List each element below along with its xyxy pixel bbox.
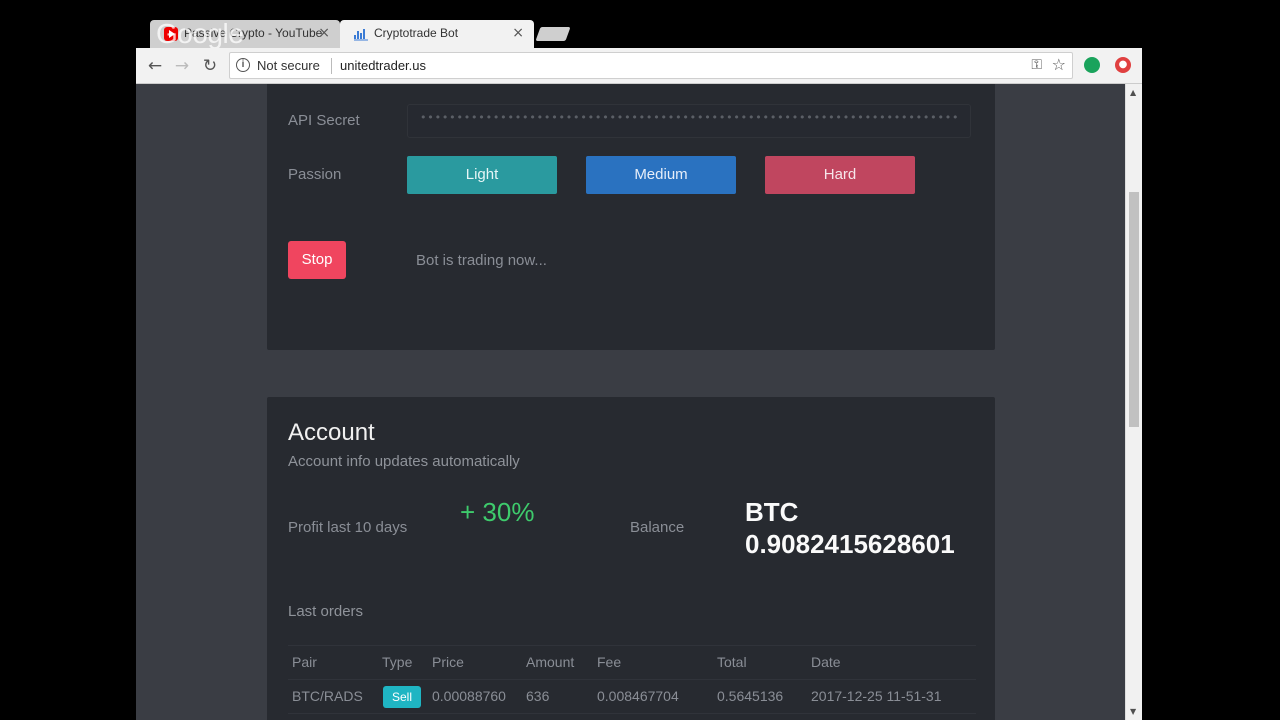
reload-icon[interactable]: ↻	[199, 55, 221, 77]
address-bar[interactable]: i Not secure unitedtrader.us ⚿ ☆	[229, 52, 1073, 79]
column-header: Amount	[526, 654, 575, 670]
close-icon[interactable]: ×	[512, 25, 524, 41]
api-secret-value: ••••••••••••••••••••••••••••••••••••••••…	[420, 111, 960, 124]
forward-icon[interactable]: →	[171, 55, 193, 77]
balance-currency: BTC	[745, 497, 799, 527]
info-icon[interactable]: i	[236, 58, 250, 72]
scroll-down-icon[interactable]: ▼	[1130, 707, 1136, 716]
back-icon[interactable]: ←	[144, 55, 166, 77]
tab-strip: Passive Crypto - YouTube × Cryptotrade B…	[136, 14, 1142, 49]
account-subtitle: Account info updates automatically	[288, 453, 520, 470]
vertical-scrollbar[interactable]: ▲ ▼	[1125, 84, 1142, 720]
key-icon[interactable]: ⚿	[1031, 57, 1042, 73]
scrollbar-thumb[interactable]	[1129, 192, 1139, 427]
passion-label: Passion	[288, 166, 342, 183]
passion-light-button[interactable]: Light	[407, 156, 557, 194]
api-secret-label: API Secret	[288, 112, 360, 129]
column-header: Price	[432, 654, 464, 670]
column-header: Fee	[597, 654, 622, 670]
passion-medium-button[interactable]: Medium	[586, 156, 736, 194]
new-tab-button[interactable]	[535, 27, 571, 41]
api-secret-input[interactable]: ••••••••••••••••••••••••••••••••••••••••…	[407, 104, 971, 138]
order-type-badge: Sell	[383, 686, 421, 708]
column-header: Date	[811, 654, 841, 670]
browser-toolbar: ← → ↻ i Not secure unitedtrader.us ⚿ ☆ ●	[136, 48, 1142, 84]
profit-label: Profit last 10 days	[288, 519, 408, 536]
security-label[interactable]: Not secure	[257, 58, 320, 73]
balance-value: 0.9082415628601	[745, 529, 955, 559]
page-viewport: API Secret •••••••••••••••••••••••••••••…	[136, 84, 1142, 720]
column-header: Pair	[292, 654, 317, 670]
url-text[interactable]: unitedtrader.us	[340, 58, 426, 73]
close-icon[interactable]: ×	[318, 25, 330, 41]
extension-icon[interactable]: ●	[1115, 57, 1131, 73]
browser-window: Passive Crypto - YouTube × Cryptotrade B…	[136, 14, 1142, 720]
table-header: Pair Type Price Amount Fee Total Date	[288, 646, 976, 680]
balance-label: Balance	[630, 519, 685, 536]
order-pair: BTC/RADS	[292, 688, 363, 704]
extension-icon[interactable]	[1084, 57, 1100, 73]
table-row: BTC/RADS Sell 0.00088760 636 0.008467704…	[288, 680, 976, 714]
tab-title: Cryptotrade Bot	[374, 26, 459, 40]
bot-settings-panel: API Secret •••••••••••••••••••••••••••••…	[267, 84, 995, 350]
column-header: Total	[717, 654, 747, 670]
chart-icon	[354, 27, 368, 41]
account-panel: Account Account info updates automatical…	[267, 397, 995, 720]
orders-table: Pair Type Price Amount Fee Total Date BT…	[288, 645, 976, 714]
passion-hard-button[interactable]: Hard	[765, 156, 915, 194]
trading-status: Bot is trading now...	[416, 252, 547, 269]
google-watermark: Google	[156, 18, 244, 49]
account-title: Account	[288, 419, 375, 446]
order-date: 2017-12-25 11-51-31	[811, 688, 942, 704]
star-icon[interactable]: ☆	[1052, 55, 1066, 74]
tab-cryptotrade-bot[interactable]: Cryptotrade Bot ×	[340, 20, 534, 48]
order-total: 0.5645136	[717, 688, 784, 704]
separator	[331, 58, 332, 74]
stop-button[interactable]: Stop	[288, 241, 346, 279]
column-header: Type	[382, 654, 413, 670]
profit-value: + 30%	[460, 497, 535, 527]
scroll-up-icon[interactable]: ▲	[1130, 88, 1136, 97]
order-price: 0.00088760	[432, 688, 506, 704]
order-amount: 636	[526, 688, 550, 704]
screen: Passive Crypto - YouTube × Cryptotrade B…	[0, 0, 1280, 720]
order-fee: 0.008467704	[597, 688, 679, 704]
last-orders-title: Last orders	[288, 603, 364, 620]
